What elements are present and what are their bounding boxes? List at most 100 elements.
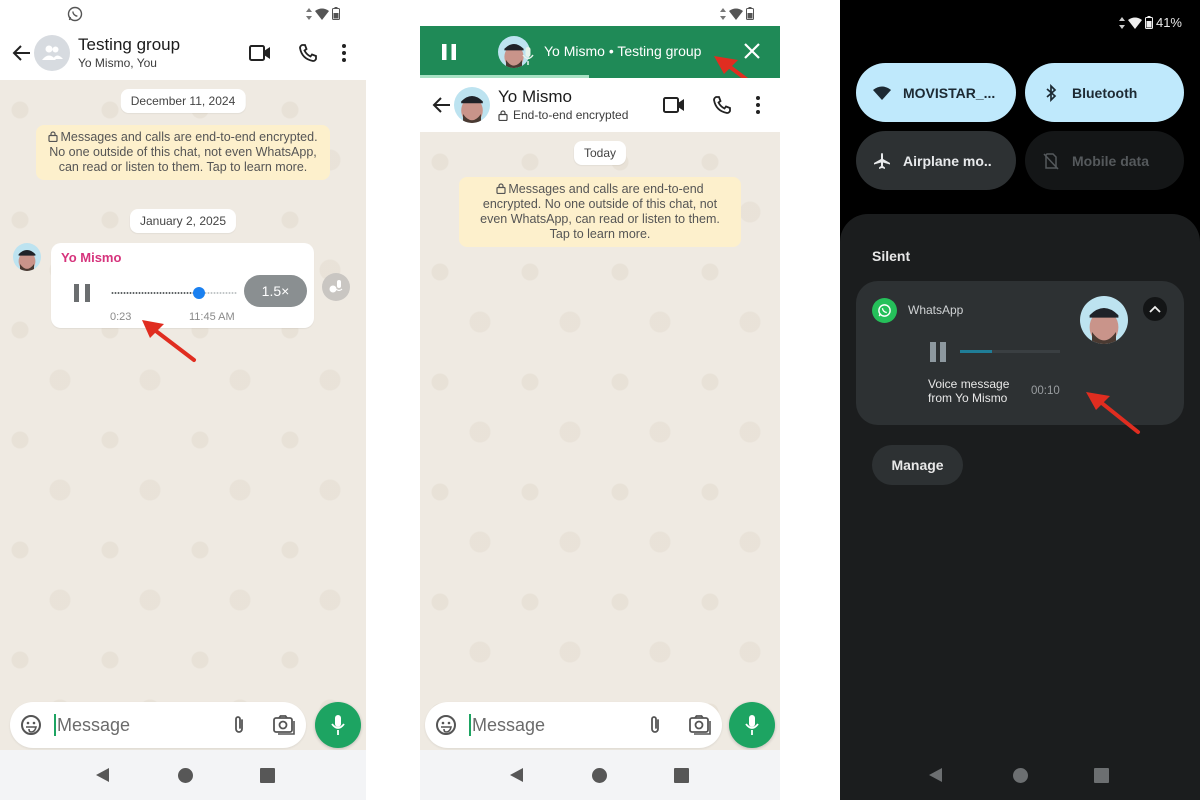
waveform-bar [183,292,186,294]
waveform-bar [153,292,156,294]
date-separator: January 2, 2025 [129,209,237,233]
nav-recents-button[interactable] [260,768,275,783]
text-caret [54,714,56,736]
encryption-notice-text: Messages and calls are end-to-end encryp… [480,182,720,241]
microphone-icon [331,715,345,735]
nav-recents-button[interactable] [674,768,689,783]
navigation-bar [420,750,780,800]
more-options-button[interactable] [746,85,770,125]
waveform-bar [213,292,216,294]
battery-icon [746,7,754,20]
record-voice-button[interactable] [315,702,361,748]
encryption-notice[interactable]: Messages and calls are end-to-end encryp… [36,125,330,180]
paperclip-icon[interactable] [228,714,250,736]
waveform-bar [147,292,150,294]
nav-home-button[interactable] [178,768,193,783]
record-voice-button[interactable] [729,702,775,748]
date-separator: Today [573,141,627,165]
waveform-bar [228,292,231,294]
message-input[interactable] [472,714,622,736]
waveform-bar [114,292,117,294]
paperclip-icon[interactable] [644,714,666,736]
waveform-bar [150,292,153,294]
quick-tile-bluetooth[interactable]: Bluetooth [1025,63,1184,122]
avatar-photo [454,87,490,123]
nav-home-button[interactable] [592,768,607,783]
data-arrows-icon [1118,16,1125,29]
playback-speed-button[interactable]: 1.5× [244,275,307,307]
notification-progress[interactable] [960,350,1060,353]
more-options-button[interactable] [332,33,356,73]
waveform-bar [168,292,171,294]
nav-back-button[interactable] [96,768,109,782]
wifi-icon [729,8,743,20]
quick-tile-mobile-data[interactable]: Mobile data [1025,131,1184,190]
microphone-icon [745,715,759,735]
sender-avatar[interactable] [13,243,41,271]
waveform-bar [174,292,177,294]
camera-icon[interactable] [688,713,712,737]
data-arrows-icon [306,7,312,20]
message-input[interactable] [57,714,207,736]
status-bar: 41% [1118,15,1182,30]
group-avatar[interactable] [34,35,70,71]
voice-message-bubble: Yo Mismo 1.5× 0:23 11:45 AM [51,243,314,328]
arrow-left-icon[interactable] [12,43,32,63]
nav-home-button[interactable] [1013,768,1028,783]
manage-button[interactable]: Manage [872,445,963,485]
microphone-icon [522,47,534,65]
data-arrows-icon [720,7,726,20]
encryption-notice[interactable]: Messages and calls are end-to-end encryp… [459,177,741,247]
message-composer [425,702,722,748]
navigation-bar [840,750,1200,800]
voice-call-button[interactable] [284,33,332,73]
notification-shade: Silent WhatsApp Voice message from Yo Mi… [840,214,1200,800]
video-call-button[interactable] [650,85,698,125]
playback-scrubber[interactable] [193,287,206,299]
pause-button[interactable] [72,283,92,303]
pause-button[interactable] [440,43,458,61]
voice-call-button[interactable] [698,85,746,125]
quick-tile-airplane-mode[interactable]: Airplane mo.. [856,131,1016,190]
waveform-bar [234,292,237,294]
mini-player-title: Yo Mismo • Testing group [544,43,702,59]
voice-mini-player[interactable]: Yo Mismo • Testing group [420,26,780,78]
waveform-bar [138,292,141,294]
waveform-bar [162,292,165,294]
pause-button[interactable] [929,341,947,363]
quick-tile-wifi[interactable]: MOVISTAR_... [856,63,1016,122]
chat-area: Today Messages and calls are end-to-end … [420,132,780,750]
voice-duration: 0:23 [110,311,132,323]
nav-recents-button[interactable] [1094,768,1109,783]
tile-label: Airplane mo.. [903,152,992,169]
sticker-icon[interactable] [435,714,457,736]
chat-title-block[interactable]: Yo Mismo End-to-end encrypted [498,87,650,123]
waveform-bar [126,292,129,294]
chat-members: Yo Mismo, You [78,56,157,70]
waveform-bar [120,292,123,294]
forward-voice-button[interactable] [322,273,350,301]
video-call-button[interactable] [236,33,284,73]
waveform-bar [159,292,162,294]
notification-app-name: WhatsApp [908,303,964,317]
voice-forward-icon [329,280,343,293]
sticker-icon[interactable] [20,714,42,736]
wifi-icon [315,8,329,20]
tile-label: MOVISTAR_... [903,84,996,101]
encryption-status: End-to-end encrypted [498,107,650,123]
chat-title-block[interactable]: Testing group Yo Mismo, You [78,35,236,71]
camera-icon[interactable] [272,713,296,737]
whatsapp-notification[interactable]: WhatsApp Voice message from Yo Mismo 00:… [856,281,1184,425]
audio-waveform[interactable] [111,292,237,294]
battery-icon [1144,16,1153,29]
contact-avatar[interactable] [454,87,490,123]
nav-back-button[interactable] [929,768,942,782]
chat-header: Yo Mismo End-to-end encrypted [420,78,780,132]
avatar-photo [1080,296,1128,344]
nav-back-button[interactable] [510,768,523,782]
battery-icon [332,7,340,20]
arrow-left-icon[interactable] [432,95,452,115]
close-icon[interactable] [743,42,761,60]
waveform-bar [216,292,219,294]
collapse-notification-button[interactable] [1143,297,1167,321]
